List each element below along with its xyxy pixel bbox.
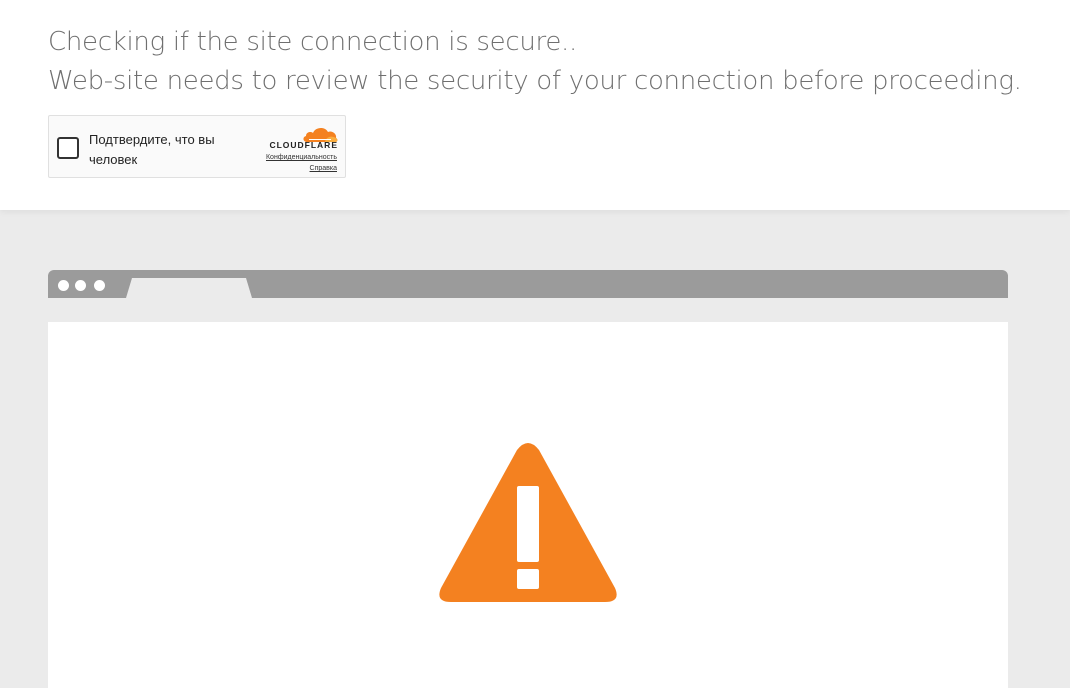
privacy-link[interactable]: Конфиденциальность xyxy=(266,154,337,161)
page-subtitle: Web-site needs to review the security of… xyxy=(48,66,1022,96)
cloudflare-wordmark: CLOUDFLARE xyxy=(269,140,338,150)
human-verification-checkbox[interactable] xyxy=(57,137,79,159)
challenge-panel: Checking if the site connection is secur… xyxy=(0,0,1070,210)
warning-triangle-icon xyxy=(439,443,617,602)
page-title: Checking if the site connection is secur… xyxy=(48,27,577,57)
browser-tab-icon xyxy=(126,278,252,298)
window-dot-icon xyxy=(75,280,86,291)
help-link[interactable]: Справка xyxy=(310,165,337,172)
browser-illustration-bar xyxy=(48,270,1008,298)
turnstile-widget: Подтвердите, что вы человек CLOUDFLARE К… xyxy=(48,115,346,178)
verification-label: Подтвердите, что вы человек xyxy=(89,132,215,167)
window-dot-icon xyxy=(58,280,69,291)
window-dot-icon xyxy=(94,280,105,291)
